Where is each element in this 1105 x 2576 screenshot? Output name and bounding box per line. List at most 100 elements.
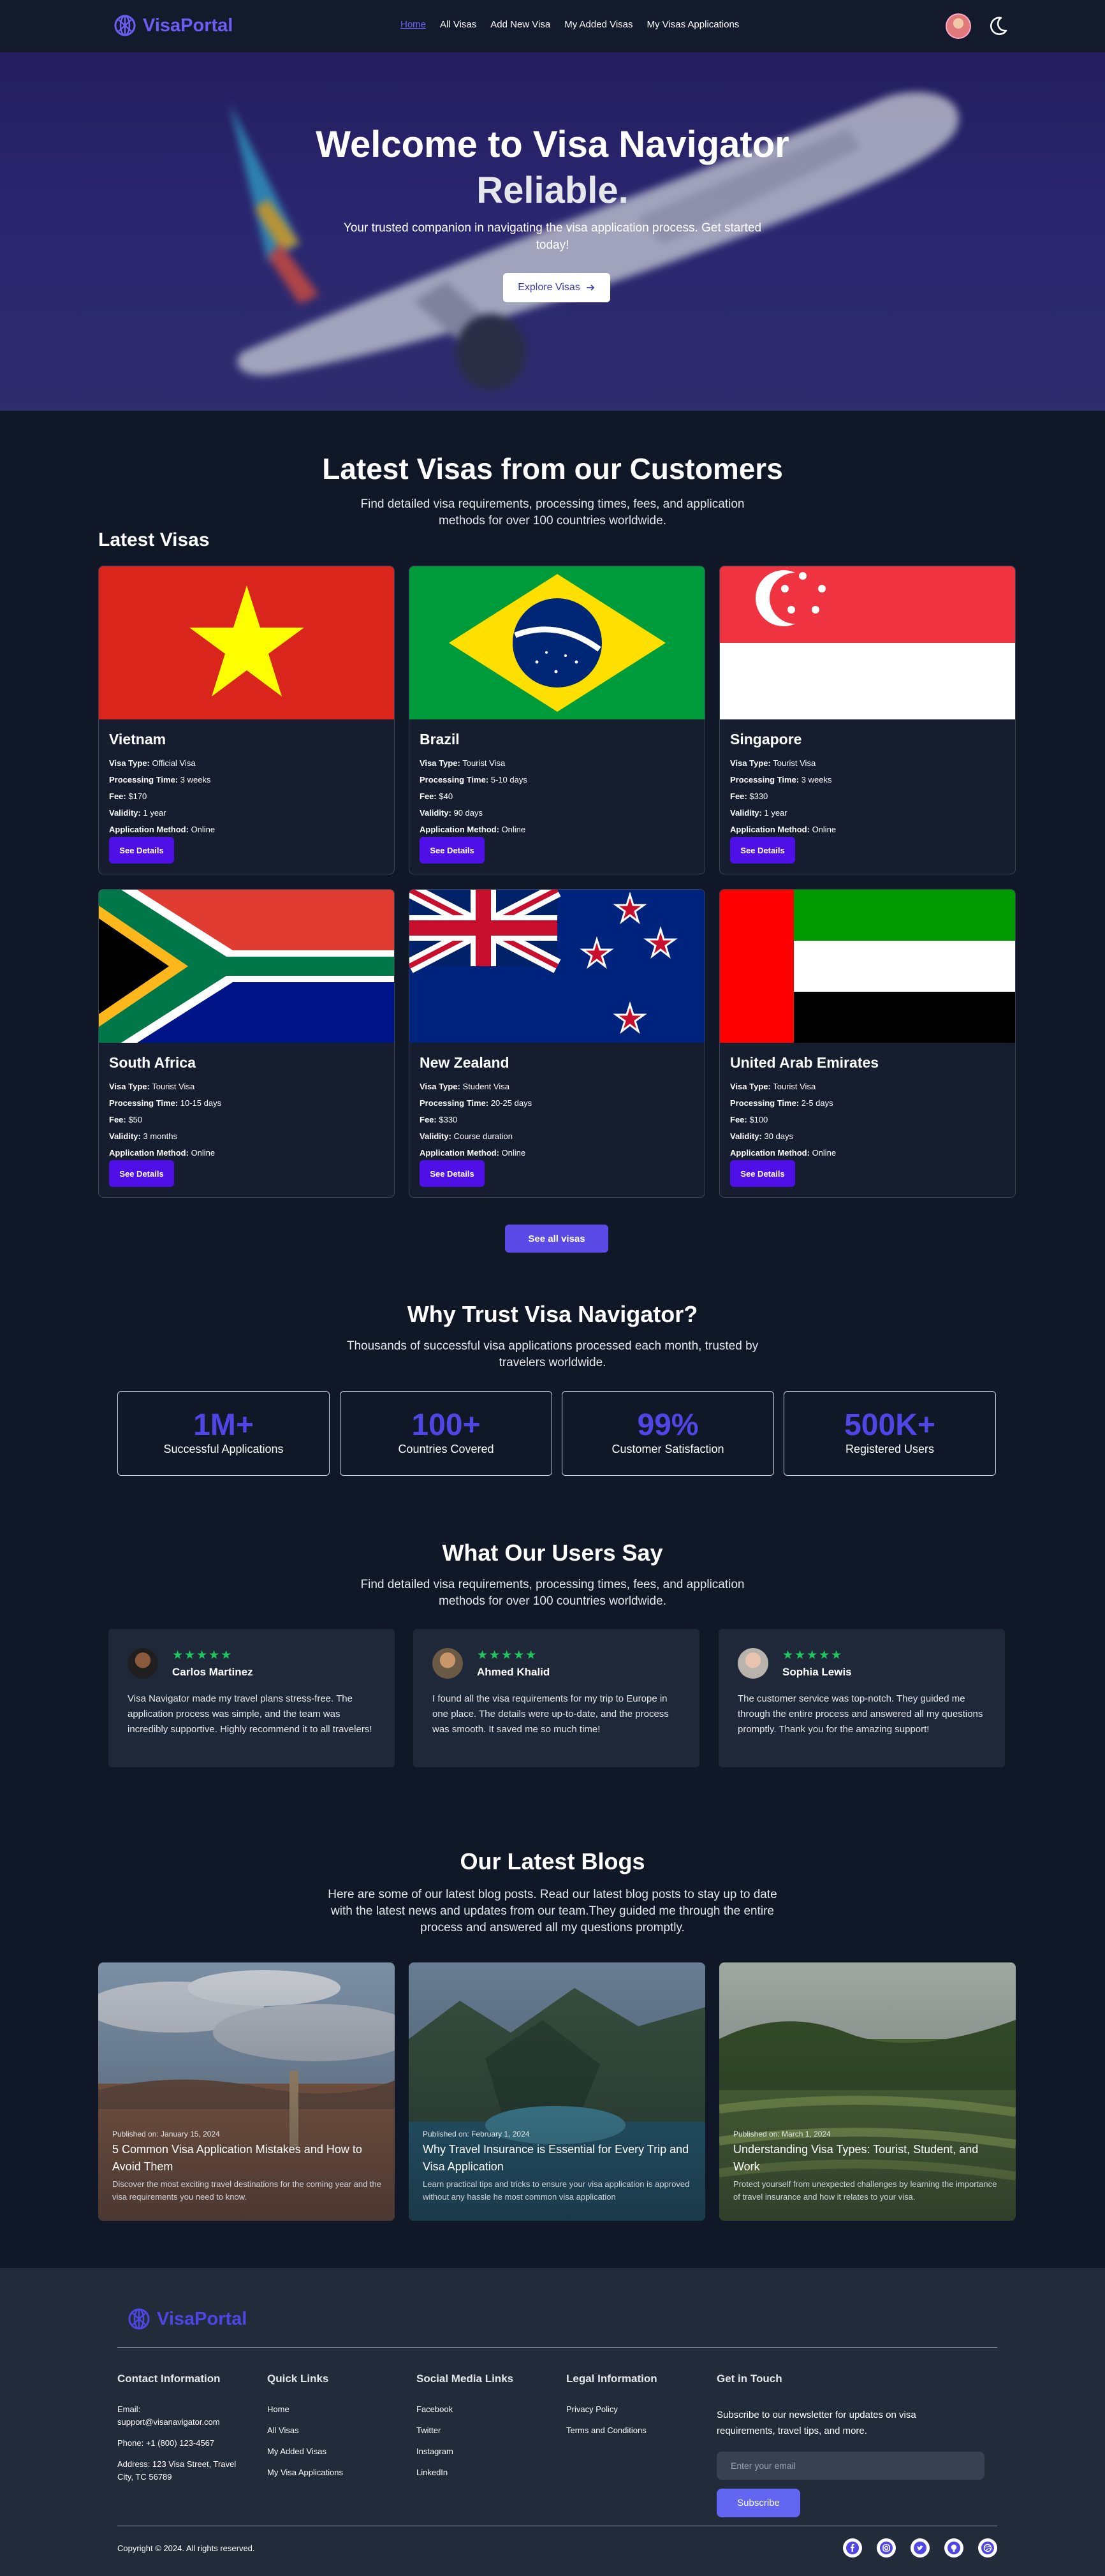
processing-time-value: 5-10 days bbox=[490, 775, 527, 784]
visa-card-brazil: Brazil Visa Type: Tourist Visa Processin… bbox=[409, 566, 705, 874]
flag-new-zealand bbox=[409, 890, 705, 1043]
subscribe-button[interactable]: Subscribe bbox=[717, 2489, 800, 2517]
processing-time-value: 2-5 days bbox=[801, 1098, 833, 1108]
card-country: Vietnam bbox=[109, 731, 166, 747]
footer-legal-heading: Legal Information bbox=[566, 2373, 657, 2385]
card-country: Singapore bbox=[730, 731, 802, 747]
nav-link-my-visa-applications[interactable]: My Visas Applications bbox=[647, 19, 740, 30]
processing-time-label: Processing Time: bbox=[420, 775, 489, 784]
footer-link-twitter[interactable]: Twitter bbox=[416, 2424, 544, 2437]
see-details-button[interactable]: See Details bbox=[109, 1160, 174, 1187]
fee-label: Fee: bbox=[730, 791, 747, 801]
see-details-button[interactable]: See Details bbox=[730, 837, 795, 864]
github-icon[interactable] bbox=[944, 2538, 963, 2558]
processing-time-value: 3 weeks bbox=[801, 775, 832, 784]
fee-label: Fee: bbox=[109, 791, 126, 801]
footer-link-terms[interactable]: Terms and Conditions bbox=[566, 2424, 694, 2437]
visa-type-value: Official Visa bbox=[152, 758, 196, 768]
application-method-label: Application Method: bbox=[420, 1148, 499, 1158]
stat-customer-satisfaction: 99% Customer Satisfaction bbox=[562, 1391, 774, 1476]
avatar bbox=[738, 1648, 768, 1679]
brand-logo[interactable]: VisaPortal bbox=[113, 14, 233, 37]
footer-link-privacy-policy[interactable]: Privacy Policy bbox=[566, 2403, 694, 2416]
avatar bbox=[432, 1648, 463, 1679]
blog-date: Published on: March 1, 2024 bbox=[733, 2130, 831, 2138]
validity-label: Validity: bbox=[730, 1131, 762, 1141]
blog-card[interactable]: Published on: March 1, 2024 Understandin… bbox=[719, 1962, 1016, 2221]
footer-link-home[interactable]: Home bbox=[267, 2403, 395, 2416]
see-details-button[interactable]: See Details bbox=[420, 1160, 485, 1187]
nav-link-add-new-visa[interactable]: Add New Visa bbox=[490, 19, 550, 30]
footer-link-my-added-visas[interactable]: My Added Visas bbox=[267, 2445, 395, 2458]
blog-title: 5 Common Visa Application Mistakes and H… bbox=[112, 2143, 362, 2173]
nav-link-my-added-visas[interactable]: My Added Visas bbox=[564, 19, 633, 30]
flag-vietnam bbox=[99, 566, 394, 719]
validity-value: 1 year bbox=[143, 808, 166, 818]
blog-card[interactable]: Published on: January 15, 2024 5 Common … bbox=[98, 1962, 395, 2221]
blog-description: Discover the most exciting travel destin… bbox=[112, 2179, 381, 2202]
testimonial-name: Ahmed Khalid bbox=[477, 1666, 550, 1678]
visa-type-value: Tourist Visa bbox=[152, 1082, 195, 1091]
footer-link-instagram[interactable]: Instagram bbox=[416, 2445, 544, 2458]
footer-link-linkedin[interactable]: LinkedIn bbox=[416, 2466, 544, 2479]
facebook-icon[interactable] bbox=[843, 2538, 862, 2558]
visa-type-label: Visa Type: bbox=[420, 1082, 460, 1091]
footer-brand[interactable]: VisaPortal bbox=[128, 2307, 247, 2330]
see-all-visas-button[interactable]: See all visas bbox=[505, 1225, 608, 1253]
instagram-icon[interactable] bbox=[877, 2538, 896, 2558]
fee-value: $50 bbox=[128, 1115, 143, 1124]
newsletter-email-input[interactable] bbox=[717, 2452, 984, 2480]
blogs-title: Our Latest Blogs bbox=[460, 1848, 645, 1874]
explore-visas-button[interactable]: Explore Visas bbox=[503, 273, 610, 302]
validity-label: Validity: bbox=[420, 808, 451, 818]
hero-description: Your trusted companion in navigating the… bbox=[343, 221, 762, 252]
testimonial-card: ★★★★★ Sophia Lewis The customer service … bbox=[719, 1629, 1005, 1767]
footer-quick-links: Quick Links Home All Visas My Added Visa… bbox=[267, 2373, 395, 2487]
nav-link-home[interactable]: Home bbox=[400, 19, 426, 30]
moon-icon[interactable] bbox=[986, 14, 1010, 38]
hero-subtitle: Reliable. bbox=[476, 170, 629, 211]
footer: VisaPortal Contact Information Email: su… bbox=[0, 2268, 1105, 2576]
latest-visas-description: Find detailed visa requirements, process… bbox=[360, 497, 745, 527]
card-country: South Africa bbox=[109, 1054, 196, 1071]
testimonial-quote: Visa Navigator made my travel plans stre… bbox=[128, 1693, 372, 1735]
see-details-button[interactable]: See Details bbox=[109, 837, 174, 864]
rating-stars-icon: ★★★★★ bbox=[172, 1649, 233, 1662]
social-icons bbox=[843, 2538, 997, 2558]
stat-label: Successful Applications bbox=[163, 1443, 284, 1455]
blog-title: Understanding Visa Types: Tourist, Stude… bbox=[733, 2143, 979, 2173]
application-method-value: Online bbox=[812, 825, 837, 834]
validity-value: Course duration bbox=[453, 1131, 513, 1141]
stat-value: 99% bbox=[637, 1408, 699, 1442]
arrow-right-icon bbox=[586, 284, 595, 291]
testimonial-name: Carlos Martinez bbox=[172, 1666, 253, 1678]
dribbble-icon[interactable] bbox=[978, 2538, 997, 2558]
footer-link-facebook[interactable]: Facebook bbox=[416, 2403, 544, 2416]
processing-time-label: Processing Time: bbox=[730, 775, 800, 784]
flag-singapore bbox=[720, 566, 1015, 719]
see-details-button[interactable]: See Details bbox=[730, 1160, 795, 1187]
see-details-button[interactable]: See Details bbox=[420, 837, 485, 864]
footer-email[interactable]: support@visanavigator.com bbox=[117, 2416, 245, 2429]
avatar[interactable] bbox=[946, 13, 971, 39]
footer-link-my-visa-applications[interactable]: My Visa Applications bbox=[267, 2466, 395, 2479]
footer-contact-heading: Contact Information bbox=[117, 2373, 221, 2385]
visa-type-value: Student Visa bbox=[462, 1082, 509, 1091]
twitter-icon[interactable] bbox=[911, 2538, 930, 2558]
nav-link-all-visas[interactable]: All Visas bbox=[440, 19, 476, 30]
blog-card[interactable]: Published on: February 1, 2024 Why Trave… bbox=[409, 1962, 705, 2221]
footer-contact: Contact Information Email: support@visan… bbox=[117, 2373, 245, 2492]
validity-value: 90 days bbox=[453, 808, 483, 818]
nav-links: Home All Visas Add New Visa My Added Vis… bbox=[400, 19, 739, 30]
footer-email-label: Email: bbox=[117, 2404, 141, 2414]
testimonials-title: What Our Users Say bbox=[442, 1540, 663, 1566]
blog-title: Why Travel Insurance is Essential for Ev… bbox=[423, 2143, 689, 2173]
application-method-value: Online bbox=[191, 825, 216, 834]
application-method-value: Online bbox=[191, 1148, 216, 1158]
card-country: Brazil bbox=[420, 731, 460, 747]
globe-logo-icon bbox=[114, 15, 136, 36]
footer-link-all-visas[interactable]: All Visas bbox=[267, 2424, 395, 2437]
trust-description: Thousands of successful visa application… bbox=[346, 1339, 759, 1369]
testimonial-quote: The customer service was top-notch. They… bbox=[738, 1693, 983, 1735]
testimonial-card: ★★★★★ Ahmed Khalid I found all the visa … bbox=[413, 1629, 699, 1767]
